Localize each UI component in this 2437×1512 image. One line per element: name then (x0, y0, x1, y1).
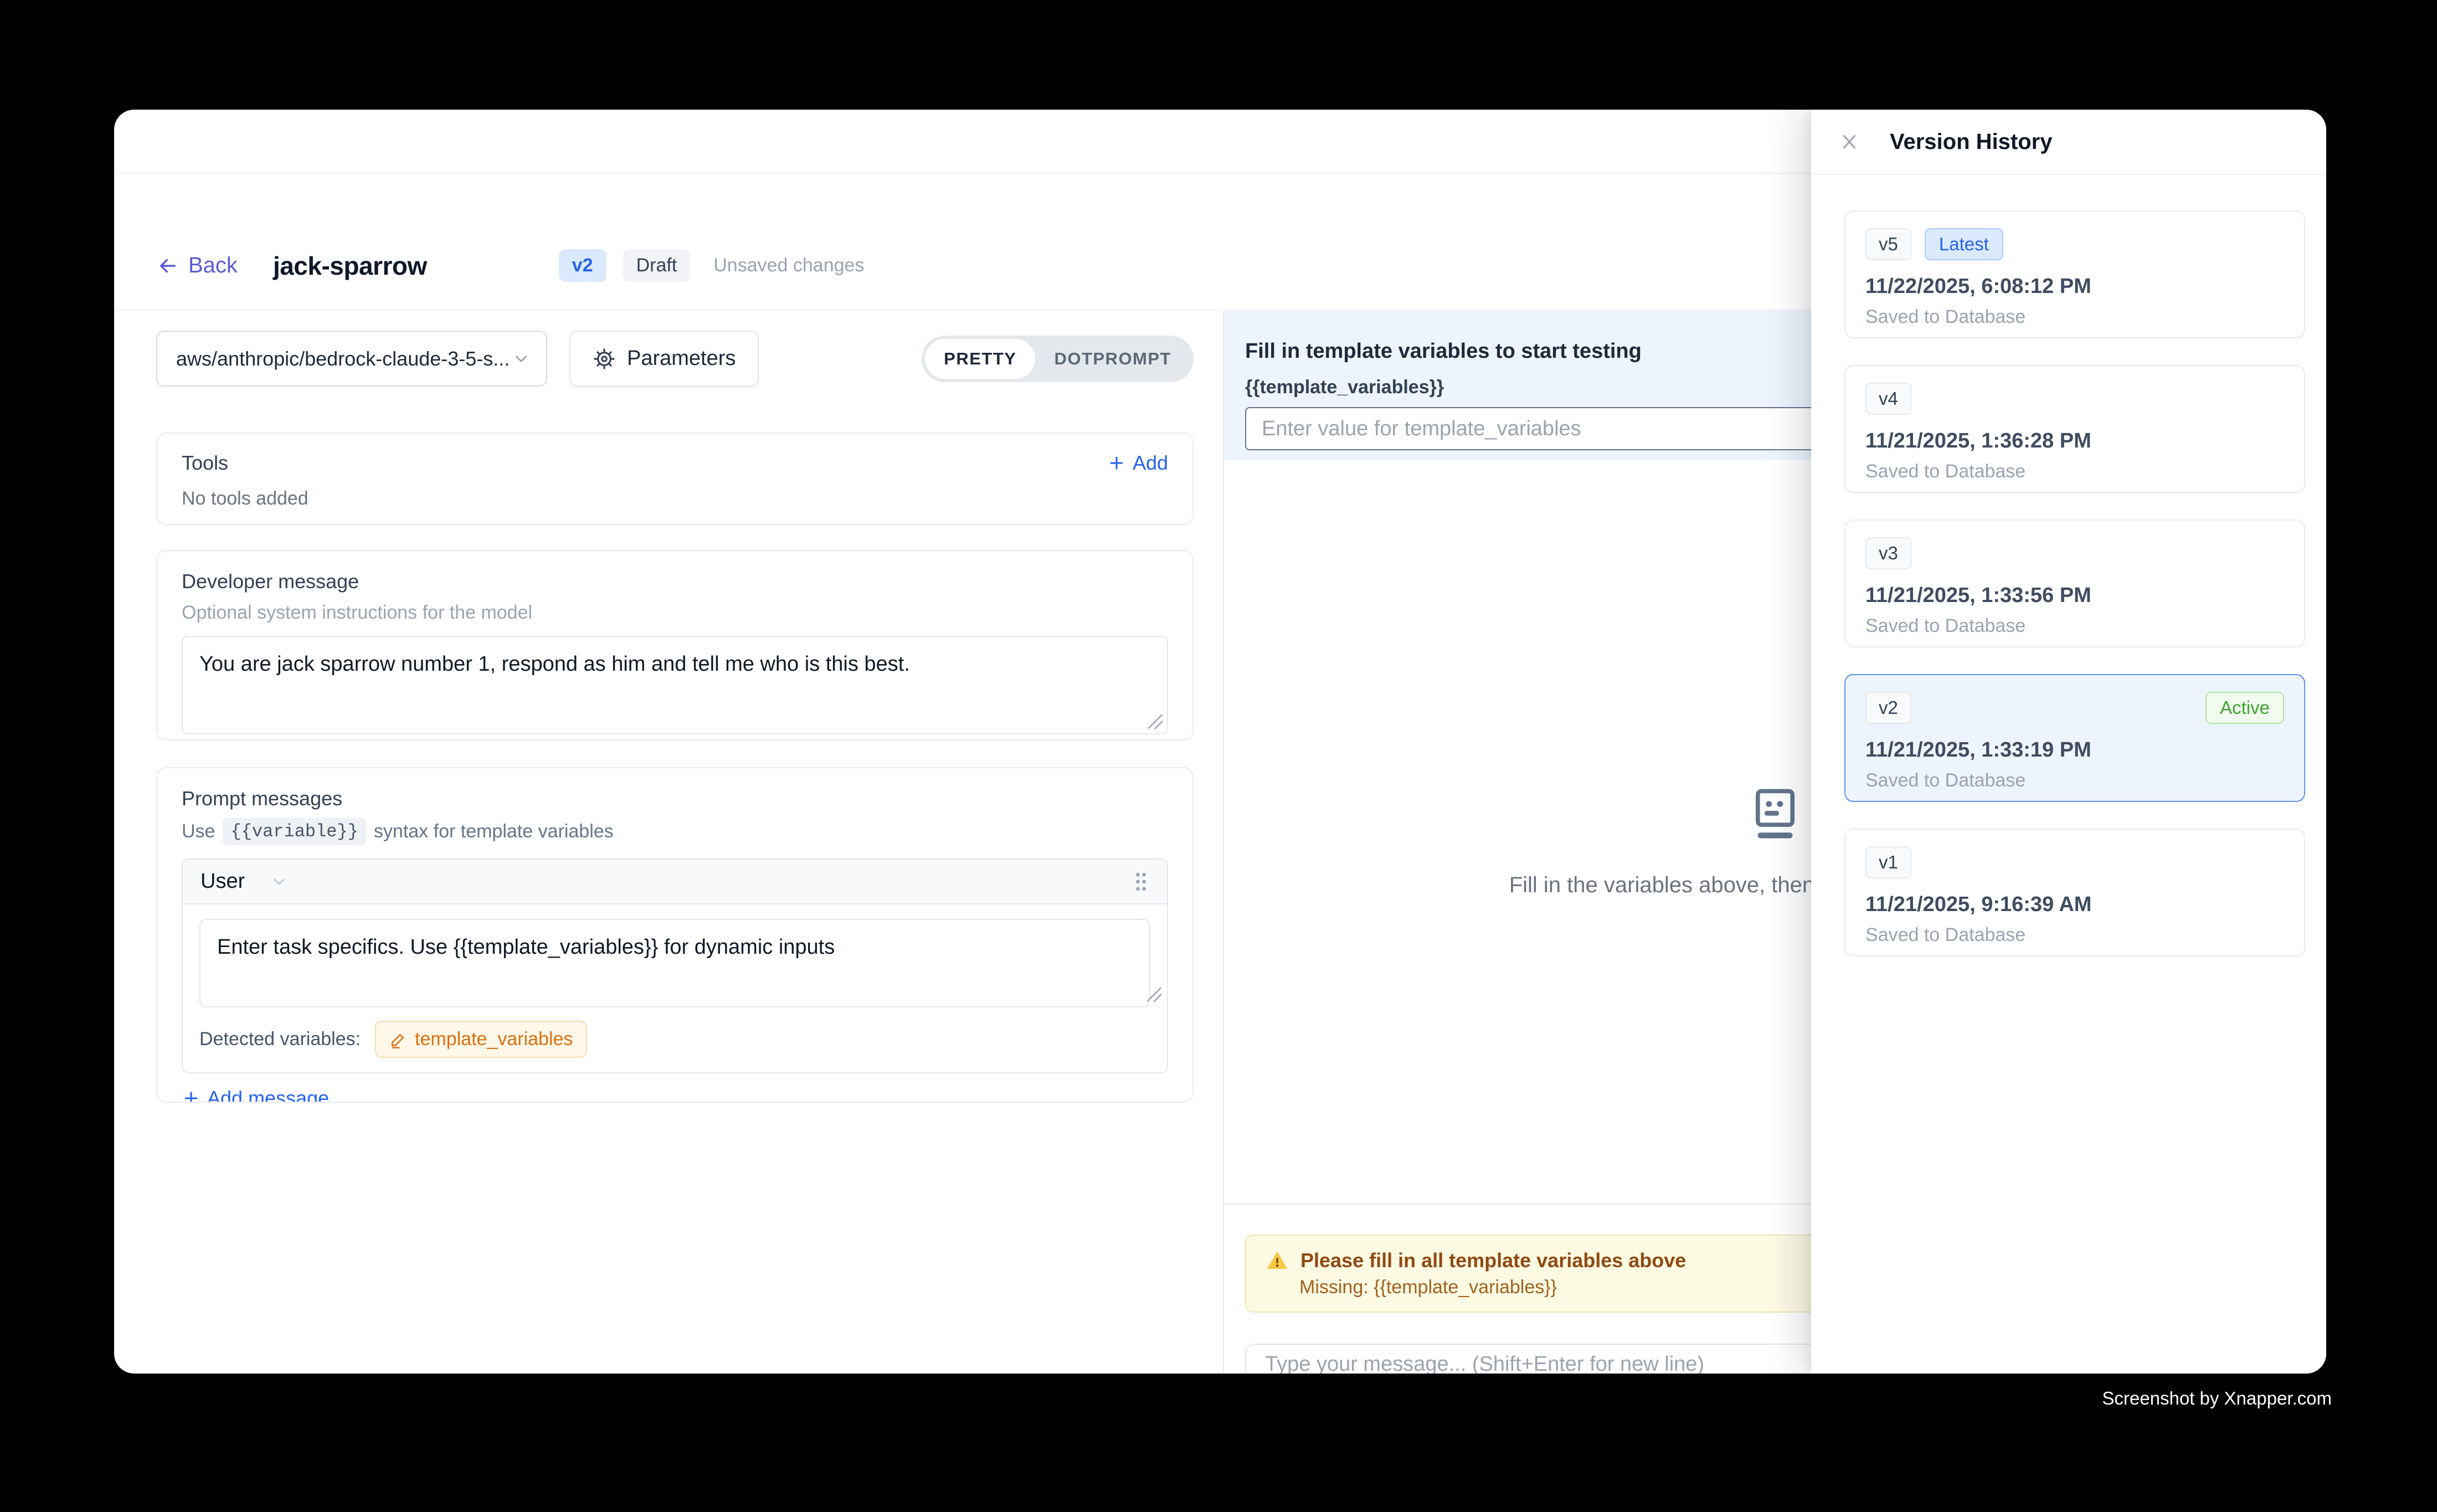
back-button[interactable]: Back (156, 253, 238, 278)
prompt-message-block: User (182, 858, 1168, 1073)
arrow-left-icon (156, 254, 179, 277)
version-chip: v2 (1865, 692, 1911, 724)
version-card-v4[interactable]: v4 11/21/2025, 1:36:28 PM Saved to Datab… (1844, 365, 2305, 493)
version-card-v5[interactable]: v5 Latest 11/22/2025, 6:08:12 PM Saved t… (1844, 210, 2305, 338)
template-variable-chip-label: template_variables (415, 1028, 573, 1050)
desktop-background: { "header": { "back": "Back", "title": "… (0, 0, 2437, 1512)
version-card-v1[interactable]: v1 11/21/2025, 9:16:39 AM Saved to Datab… (1844, 829, 2305, 956)
toggle-option-pretty[interactable]: PRETTY (925, 339, 1035, 379)
model-select[interactable]: aws/anthropic/bedrock-claude-3-5-s... (156, 331, 547, 387)
unsaved-changes-text: Unsaved changes (713, 255, 864, 276)
version-saved-text: Saved to Database (1865, 770, 2284, 791)
role-select[interactable]: User (200, 870, 288, 893)
model-toolbar: aws/anthropic/bedrock-claude-3-5-s... Pa… (156, 331, 1194, 387)
prompt-message-body: Enter task specifics. Use {{template_var… (183, 904, 1167, 1007)
robot-icon (1749, 788, 1802, 847)
version-saved-text: Saved to Database (1865, 461, 2284, 482)
version-saved-text: Saved to Database (1865, 924, 2284, 946)
version-timestamp: 11/21/2025, 9:16:39 AM (1865, 893, 2284, 917)
plus-icon (1107, 454, 1126, 472)
add-message-button[interactable]: Add message (182, 1087, 1168, 1103)
version-timestamp: 11/21/2025, 1:33:19 PM (1865, 738, 2284, 762)
tools-title: Tools (182, 451, 228, 475)
version-timestamp: 11/22/2025, 6:08:12 PM (1865, 275, 2284, 299)
template-variable-chip[interactable]: template_variables (375, 1021, 587, 1058)
prompt-messages-title: Prompt messages (182, 787, 1168, 810)
version-badge-row: v5 Latest (1865, 228, 2284, 260)
variable-syntax-chip: {{variable}} (223, 818, 366, 845)
developer-message-card: Developer message Optional system instru… (156, 550, 1194, 740)
version-history-header: Version History (1811, 110, 2326, 175)
close-icon[interactable] (1839, 131, 1860, 152)
version-badge-row: v4 (1865, 383, 2284, 415)
version-list: v5 Latest 11/22/2025, 6:08:12 PM Saved t… (1811, 175, 2326, 1374)
developer-message-title: Developer message (182, 570, 1168, 593)
hint-suffix: syntax for template variables (374, 821, 614, 842)
version-timestamp: 11/21/2025, 1:36:28 PM (1865, 429, 2284, 453)
template-syntax-hint: Use {{variable}} syntax for template var… (182, 818, 1168, 845)
version-saved-text: Saved to Database (1865, 306, 2284, 328)
chevron-down-icon (512, 349, 531, 368)
version-timestamp: 11/21/2025, 1:33:56 PM (1865, 584, 2284, 608)
parameters-label: Parameters (627, 347, 736, 371)
version-chip: v3 (1865, 537, 1911, 569)
add-tool-button[interactable]: Add (1107, 451, 1168, 475)
tools-card: Tools Add No tools added (156, 433, 1194, 525)
warning-title: Please fill in all template variables ab… (1300, 1249, 1686, 1272)
page-title: jack-sparrow (273, 251, 427, 281)
version-badge-row: v1 (1865, 846, 2284, 878)
toggle-option-dotprompt[interactable]: DOTPROMPT (1035, 339, 1190, 379)
active-badge: Active (2205, 692, 2284, 724)
drag-handle-icon[interactable] (1133, 870, 1149, 894)
detected-variables-row: Detected variables: template_variables (183, 1007, 1167, 1072)
developer-message-subtitle: Optional system instructions for the mod… (182, 602, 1168, 624)
version-card-v3[interactable]: v3 11/21/2025, 1:33:56 PM Saved to Datab… (1844, 520, 2305, 647)
parameters-button[interactable]: Parameters (569, 331, 759, 387)
chevron-down-icon (270, 873, 288, 891)
version-chip: v5 (1865, 228, 1911, 260)
format-toggle: PRETTY DOTPROMPT (922, 336, 1194, 382)
developer-message-textarea[interactable]: You are jack sparrow number 1, respond a… (182, 636, 1168, 734)
gear-icon (593, 347, 616, 371)
role-select-value: User (200, 870, 245, 893)
app-window: Back jack-sparrow v2 Draft Unsaved chang… (114, 110, 2326, 1374)
prompt-messages-card: Prompt messages Use {{variable}} syntax … (156, 767, 1194, 1103)
warning-triangle-icon (1266, 1249, 1288, 1272)
back-label: Back (188, 253, 238, 278)
version-chip: v1 (1865, 846, 1911, 878)
version-badge-row: v2 Active (1865, 692, 2284, 724)
add-message-label: Add message (207, 1087, 329, 1103)
edit-pencil-icon (389, 1031, 407, 1048)
tools-empty-text: No tools added (182, 488, 1168, 510)
version-chip: v4 (1865, 383, 1911, 415)
version-badge-row: v3 (1865, 537, 2284, 569)
editor-panel: aws/anthropic/bedrock-claude-3-5-s... Pa… (114, 311, 1224, 1374)
version-saved-text: Saved to Database (1865, 615, 2284, 637)
plus-icon (182, 1089, 200, 1103)
prompt-message-header: User (183, 860, 1167, 904)
detected-variables-label: Detected variables: (199, 1028, 361, 1050)
version-card-v2-active[interactable]: v2 Active 11/21/2025, 1:33:19 PM Saved t… (1844, 674, 2305, 802)
developer-textarea-wrap: You are jack sparrow number 1, respond a… (182, 636, 1168, 734)
latest-badge: Latest (1925, 228, 2003, 260)
prompt-message-textarea[interactable]: Enter task specifics. Use {{template_var… (199, 919, 1150, 1007)
hint-prefix: Use (182, 821, 215, 842)
version-history-panel: Version History v5 Latest 11/22/2025, 6:… (1811, 110, 2326, 1374)
version-history-title: Version History (1890, 130, 2052, 155)
tools-header: Tools Add (182, 451, 1168, 475)
draft-badge: Draft (623, 249, 691, 282)
add-tool-label: Add (1133, 451, 1168, 475)
watermark-text: Screenshot by Xnapper.com (2102, 1388, 2332, 1409)
version-badge: v2 (559, 249, 606, 282)
model-select-value: aws/anthropic/bedrock-claude-3-5-s... (176, 347, 512, 371)
